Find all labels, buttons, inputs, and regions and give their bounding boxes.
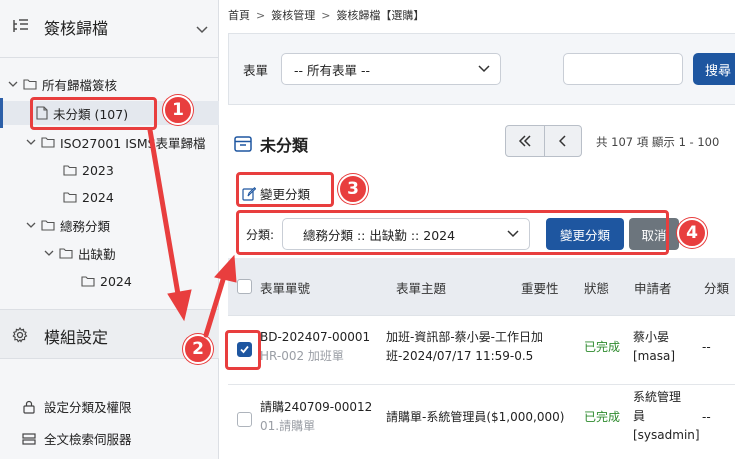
chevron-down-icon[interactable]: [196, 19, 208, 38]
form-filter-label: 表單: [243, 63, 269, 78]
folder-icon: [41, 219, 55, 231]
sidebar-title: 簽核歸檔: [44, 19, 109, 38]
chevron-right-icon: >: [256, 8, 266, 22]
col-header-subject[interactable]: 表單主題: [396, 278, 446, 297]
keyword-input[interactable]: [563, 53, 683, 85]
annotation-box-uncategorized: [30, 97, 157, 130]
tree-item-iso[interactable]: ISO27001 ISMS表單歸檔: [24, 130, 206, 154]
module-settings-title: 模組設定: [44, 328, 109, 347]
table-row[interactable]: 請購240709-00012 01.請購單 請購單-系統管理員($1,000,0…: [228, 386, 735, 459]
table-header: 表單單號 表單主題 重要性 狀態 申請者 分類: [228, 258, 735, 316]
folder-icon: [81, 275, 95, 287]
annotation-badge-3: 3: [338, 174, 368, 204]
server-icon: [22, 432, 36, 445]
tree-item-iso-2024[interactable]: 2024: [60, 185, 114, 209]
row-id[interactable]: 請購240709-00012: [260, 398, 372, 417]
app-window: 簽核歸檔 所有歸檔簽核 未分類 (107) ISO27001 ISMS表單歸檔 …: [0, 0, 735, 459]
chevron-down-icon[interactable]: [24, 139, 38, 146]
breadcrumb-current: 簽核歸檔【選購】: [336, 9, 425, 22]
pager-first-button[interactable]: [505, 125, 545, 157]
folder-icon: [63, 191, 77, 203]
col-header-priority[interactable]: 重要性: [521, 278, 559, 297]
folder-icon: [41, 136, 55, 148]
row-checkbox[interactable]: [237, 412, 252, 427]
tree-item-general[interactable]: 總務分類: [24, 213, 110, 237]
tree-item-iso-2023[interactable]: 2023: [60, 158, 114, 182]
col-header-applicant[interactable]: 申請者: [634, 278, 672, 297]
pager-info: 共 107 項 顯示 1 - 100: [596, 135, 720, 149]
filter-bar: 表單 -- 所有表單 -- 搜尋: [228, 33, 735, 105]
link-category-permissions[interactable]: 設定分類及權限: [22, 397, 132, 416]
row-applicant-line3: [sysadmin]: [633, 428, 700, 442]
tree-item-leave-2024[interactable]: 2024: [78, 269, 132, 293]
chevron-down-icon[interactable]: [24, 222, 38, 229]
row-applicant-line1: 系統管理: [633, 390, 682, 404]
col-header-status[interactable]: 狀態: [584, 278, 609, 297]
lock-icon: [23, 400, 35, 414]
double-chevron-left-icon: [518, 135, 531, 147]
annotation-badge-2: 2: [183, 334, 213, 364]
tree-item-label: ISO27001 ISMS表單歸檔: [60, 135, 206, 151]
row-applicant-line1: 蔡小晏: [633, 330, 670, 344]
annotation-badge-1: 1: [163, 95, 193, 125]
folder-icon: [23, 78, 37, 90]
col-header-category[interactable]: 分類: [704, 278, 729, 297]
select-all-checkbox[interactable]: [237, 279, 252, 294]
gear-icon: [12, 326, 28, 347]
link-label: 設定分類及權限: [44, 400, 132, 415]
chevron-down-icon[interactable]: [42, 250, 56, 257]
row-form: 01.請購單: [260, 419, 316, 433]
breadcrumb-home[interactable]: 首頁: [228, 7, 250, 23]
sidebar-header: 簽核歸檔: [0, 0, 219, 58]
row-status: 已完成: [584, 410, 621, 424]
col-header-id[interactable]: 表單單號: [260, 278, 310, 297]
search-button-label: 搜尋: [705, 63, 732, 79]
tree-item-label: 2023: [82, 162, 114, 178]
pager-prev-button[interactable]: [544, 125, 582, 157]
tree-item-label: 出缺勤: [78, 246, 116, 262]
row-category: --: [702, 410, 711, 424]
row-form: HR-002 加班單: [260, 349, 344, 363]
row-subject-line2[interactable]: 班-2024/07/17 11:59-0.5: [386, 347, 533, 366]
annotation-box-row-checkbox: [225, 330, 261, 370]
annotation-box-category-form: [236, 210, 669, 255]
link-fulltext-server[interactable]: 全文檢索伺服器: [22, 429, 132, 448]
form-filter-select[interactable]: -- 所有表單 --: [281, 53, 501, 85]
chevron-right-icon: >: [321, 8, 331, 22]
page-title-text: 未分類: [260, 136, 309, 155]
row-subject-line1[interactable]: 請購單-系統管理員($1,000,000): [386, 408, 564, 427]
tree-item-label: 總務分類: [60, 218, 111, 234]
chevron-left-icon: [559, 135, 566, 147]
folder-icon: [59, 247, 73, 259]
row-applicant-line2: [masa]: [633, 349, 676, 363]
row-status: 已完成: [584, 340, 621, 354]
breadcrumb: 首頁 > 簽核管理 > 簽核歸檔【選購】: [228, 7, 424, 23]
page-title: 未分類: [234, 132, 308, 156]
tree-item-leave[interactable]: 出缺勤: [42, 241, 116, 265]
row-category: --: [702, 340, 711, 354]
table-row[interactable]: BD-202407-00001 HR-002 加班單 加班-資訊部-蔡小晏-工作…: [228, 317, 735, 385]
sidebar: 簽核歸檔 所有歸檔簽核 未分類 (107) ISO27001 ISMS表單歸檔 …: [0, 0, 219, 459]
tree-item-root[interactable]: 所有歸檔簽核: [6, 72, 117, 96]
chevron-down-icon: [478, 65, 490, 73]
tree-item-label: 2024: [82, 189, 114, 205]
chevron-down-icon[interactable]: [6, 81, 20, 88]
breadcrumb-sign-management[interactable]: 簽核管理: [271, 7, 315, 23]
annotation-badge-4: 4: [677, 218, 707, 248]
form-filter-value: -- 所有表單 --: [294, 62, 370, 78]
tree-item-label: 所有歸檔簽核: [42, 77, 118, 93]
folder-icon: [63, 164, 77, 176]
tree-list-icon: [12, 18, 30, 38]
row-subject-line1[interactable]: 加班-資訊部-蔡小晏-工作日加: [386, 328, 543, 347]
tree-item-label: 2024: [100, 273, 132, 289]
archive-box-icon: [234, 136, 252, 152]
annotation-box-change-category: [236, 172, 334, 207]
row-applicant-line2: 員: [633, 409, 646, 423]
search-button[interactable]: 搜尋: [693, 53, 735, 85]
link-label: 全文檢索伺服器: [44, 432, 132, 447]
row-id[interactable]: BD-202407-00001: [260, 328, 370, 347]
